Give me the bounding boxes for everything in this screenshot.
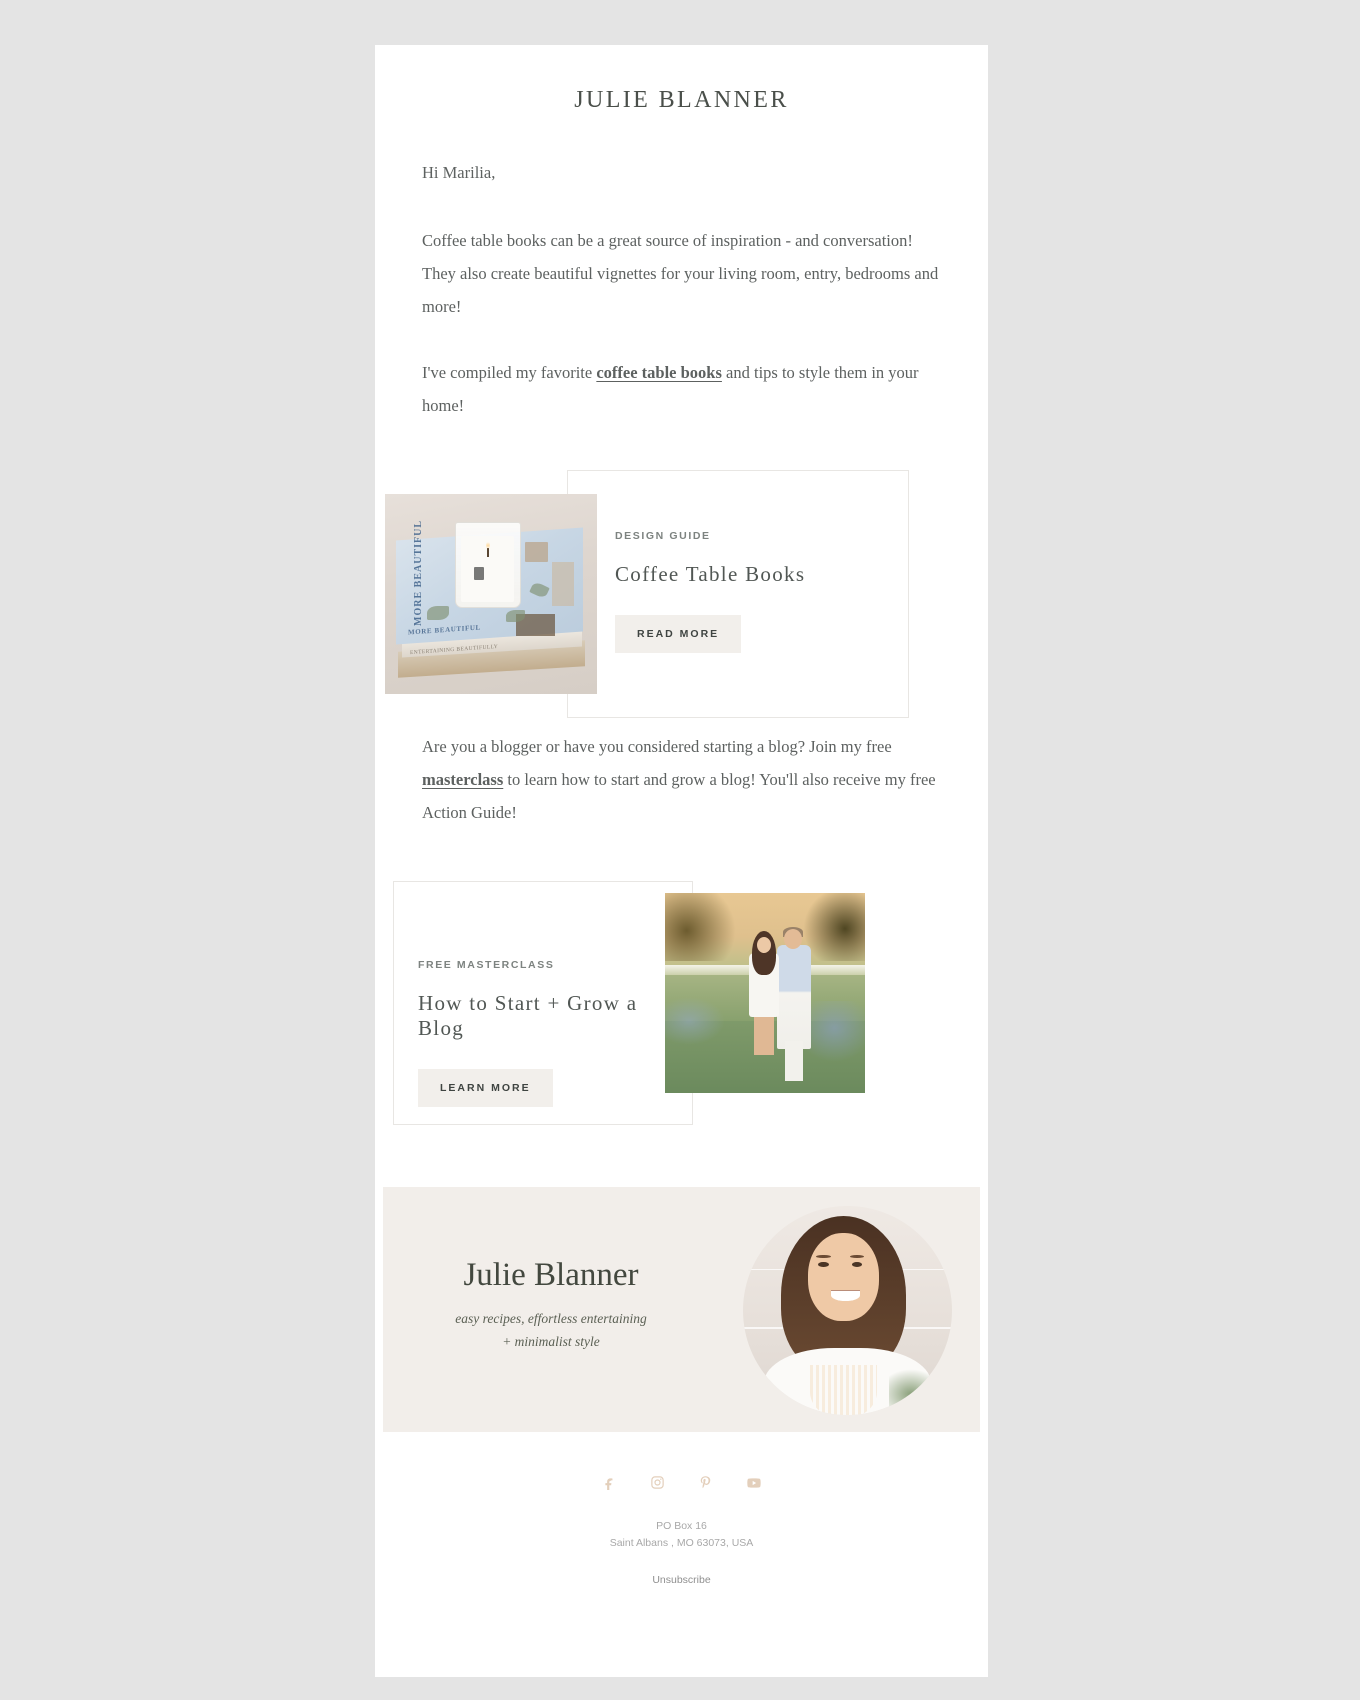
address-line-1: PO Box 16 [656,1520,707,1532]
signature-text: Julie Blanner easy recipes, effortless e… [401,1257,701,1353]
pinterest-icon[interactable] [697,1474,714,1491]
promo-card-masterclass: FREE MASTERCLASS How to Start + Grow a B… [375,881,988,1131]
social-links [375,1474,988,1491]
masterclass-paragraph: Are you a blogger or have you considered… [422,730,943,829]
unsubscribe-link[interactable]: Unsubscribe [652,1574,710,1586]
greeting-text: Hi Marilia, [422,163,496,182]
mailing-address: PO Box 16 Saint Albans , MO 63073, USA [375,1518,988,1552]
learn-more-button[interactable]: LEARN MORE [418,1069,553,1107]
intro-paragraph: Coffee table books can be a great source… [422,231,939,316]
signature-tagline-line-1: easy recipes, effortless entertaining [455,1311,647,1326]
masterclass-body: Are you a blogger or have you considered… [375,730,988,829]
masterclass-text-before: Are you a blogger or have you considered… [422,737,892,756]
compiled-text-before: I've compiled my favorite [422,363,597,382]
signature-tagline-line-2: + minimalist style [502,1334,600,1349]
promo-card-design-guide: MORE BEAUTIFUL MORE BEAUTIFUL ENTERTAINI… [375,470,988,730]
promo-title: Coffee Table Books [615,562,806,586]
signature-block: Julie Blanner easy recipes, effortless e… [383,1187,980,1432]
couple-lavender-field-image [665,893,865,1093]
promo-eyebrow: DESIGN GUIDE [615,530,711,542]
email-content-area: JULIE BLANNER Hi Marilia, Coffee table b… [375,45,988,1677]
signature-tagline: easy recipes, effortless entertaining + … [401,1307,701,1353]
coffee-table-books-image: MORE BEAUTIFUL MORE BEAUTIFUL ENTERTAINI… [385,494,597,694]
signature-name: Julie Blanner [463,1257,639,1293]
address-line-2: Saint Albans , MO 63073, USA [609,1537,754,1549]
masterclass-link[interactable]: masterclass [422,770,503,789]
read-more-button[interactable]: READ MORE [615,615,742,653]
instagram-icon[interactable] [649,1474,666,1491]
email-body: Hi Marilia, Coffee table books can be a … [375,156,988,422]
email-footer: PO Box 16 Saint Albans , MO 63073, USA U… [375,1432,988,1588]
promo-title: How to Start + Grow a Blog [418,991,638,1040]
facebook-icon[interactable] [601,1474,618,1491]
promo-eyebrow: FREE MASTERCLASS [418,959,555,971]
youtube-icon[interactable] [745,1474,762,1491]
coffee-table-books-link[interactable]: coffee table books [596,363,722,382]
promo-content: DESIGN GUIDE Coffee Table Books READ MOR… [615,530,885,653]
promo-content: FREE MASTERCLASS How to Start + Grow a B… [418,959,658,1107]
compiled-paragraph: I've compiled my favorite coffee table b… [422,356,943,422]
brand-header: JULIE BLANNER [574,87,789,113]
portrait-avatar [743,1206,952,1415]
